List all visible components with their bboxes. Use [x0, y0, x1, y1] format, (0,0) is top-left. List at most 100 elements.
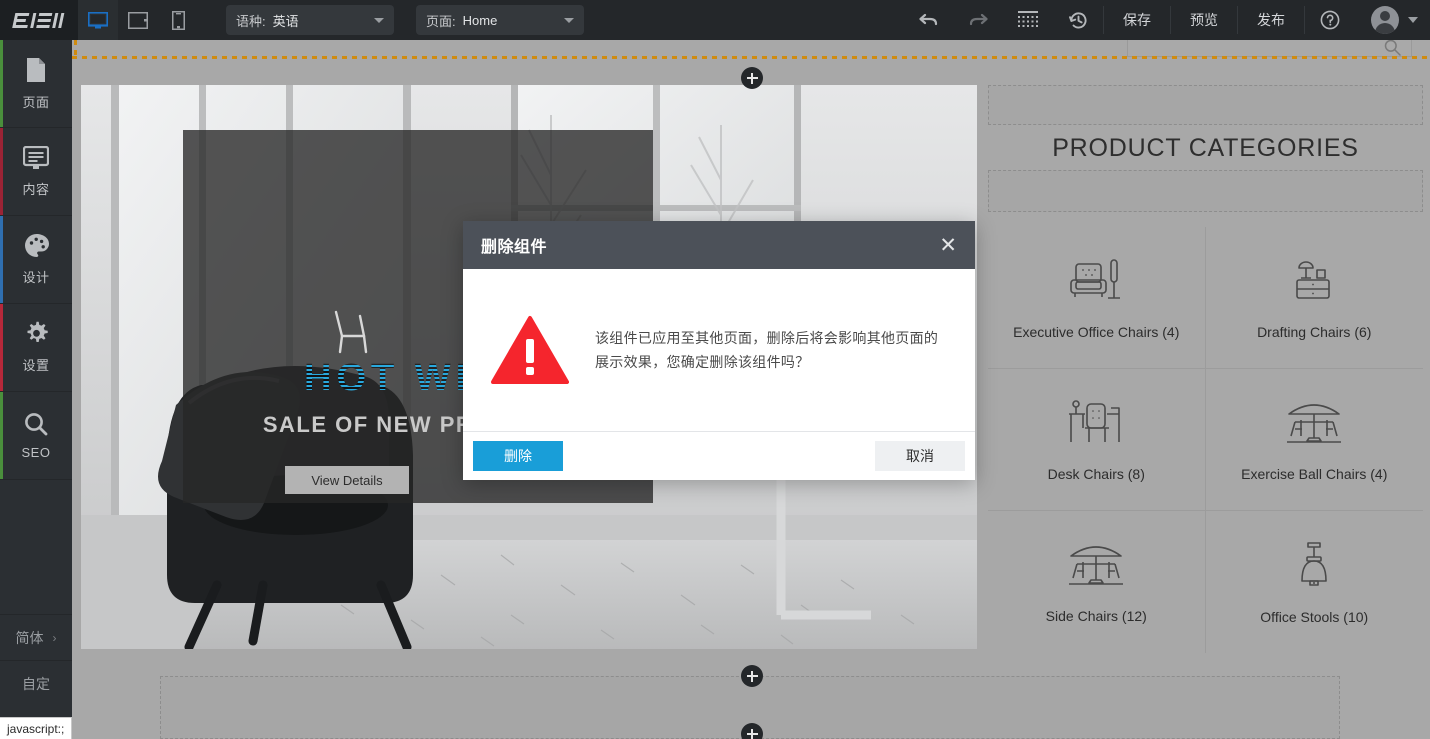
- categories-grid: Executive Office Chairs (4) Drafting: [988, 227, 1423, 653]
- device-toggle-desktop[interactable]: [78, 0, 118, 40]
- sidebar-item-label: 页面: [22, 92, 49, 111]
- page-icon: [25, 57, 47, 83]
- help-button[interactable]: [1305, 0, 1355, 40]
- sidebar-item-label: 内容: [22, 179, 49, 198]
- sidebar-item-settings[interactable]: 设置: [0, 304, 72, 392]
- tablet-icon: [128, 12, 148, 29]
- add-section-middle-button[interactable]: [741, 665, 763, 687]
- category-label: Drafting Chairs (6): [1257, 324, 1371, 340]
- page-select[interactable]: 页面: Home: [416, 5, 584, 35]
- publish-button[interactable]: 发布: [1238, 0, 1304, 40]
- content-icon: [23, 146, 49, 170]
- desk-lamp-icon: [1291, 256, 1337, 306]
- chevron-down-icon: [564, 18, 574, 23]
- dialog-header: 删除组件 ✕: [463, 221, 975, 269]
- sidebar-item-label: 设计: [22, 267, 49, 286]
- category-cell-side-chairs[interactable]: Side Chairs (12): [988, 511, 1206, 653]
- delete-component-dialog: 删除组件 ✕ 该组件已应用至其他页面，删除后将会影响其他页面的展示效果，您确定删…: [463, 221, 975, 480]
- category-cell-office-stools[interactable]: Office Stools (10): [1206, 511, 1424, 653]
- sidebar-accent: [0, 216, 3, 303]
- site-search-box[interactable]: [1127, 40, 1412, 57]
- hero-cta-button[interactable]: View Details: [285, 466, 409, 494]
- language-select-label: 语种:: [236, 11, 266, 30]
- armchair-lamp-icon: [1068, 256, 1124, 306]
- app-logo[interactable]: [0, 0, 78, 40]
- placeholder-block-top[interactable]: [988, 85, 1423, 125]
- undo-button[interactable]: [903, 0, 953, 40]
- history-icon: [1069, 11, 1088, 30]
- grid-button[interactable]: [1003, 0, 1053, 40]
- sidebar-accent: [0, 304, 3, 391]
- top-toolbar-actions: 保存 预览 发布: [903, 0, 1430, 40]
- selection-outline-horizontal: [72, 56, 1430, 59]
- device-toggle-tablet[interactable]: [118, 0, 158, 40]
- device-toggle-mobile[interactable]: [158, 0, 198, 40]
- redo-icon: [969, 12, 988, 28]
- category-label: Exercise Ball Chairs (4): [1241, 466, 1387, 482]
- dialog-message: 该组件已应用至其他页面，删除后将会影响其他页面的展示效果，您确定删除该组件吗？: [595, 326, 945, 374]
- sidebar-accent: [0, 40, 3, 127]
- placeholder-block-below-title[interactable]: [988, 170, 1423, 212]
- category-label: Executive Office Chairs (4): [1013, 324, 1179, 340]
- patio-set-icon: [1065, 540, 1127, 590]
- desk-chair-icon: [1067, 398, 1125, 448]
- warning-triangle-icon: [491, 315, 569, 385]
- help-icon: [1320, 10, 1340, 30]
- undo-icon: [919, 12, 938, 28]
- sidebar-item-design[interactable]: 设计: [0, 216, 72, 304]
- redo-button[interactable]: [953, 0, 1003, 40]
- desktop-icon: [88, 12, 108, 29]
- design-icon: [24, 233, 49, 258]
- sidebar-footer-item-custom[interactable]: 自定: [0, 660, 72, 706]
- sidebar-accent: [0, 128, 3, 215]
- patio-set-icon: [1283, 398, 1345, 448]
- add-section-top-button[interactable]: [741, 67, 763, 89]
- stool-icon: [1294, 539, 1334, 591]
- category-cell-drafting-chairs[interactable]: Drafting Chairs (6): [1206, 227, 1424, 369]
- sidebar-footer-label: 简体: [16, 628, 44, 648]
- save-button[interactable]: 保存: [1104, 0, 1170, 40]
- sidebar-item-label: SEO: [22, 445, 51, 460]
- category-cell-exercise-ball-chairs[interactable]: Exercise Ball Chairs (4): [1206, 369, 1424, 511]
- dialog-title: 删除组件: [481, 233, 547, 257]
- history-button[interactable]: [1053, 0, 1103, 40]
- chevron-right-icon: ›: [53, 631, 57, 645]
- category-label: Desk Chairs (8): [1048, 466, 1145, 482]
- sidebar-footer-item-simplified[interactable]: 简体 ›: [0, 614, 72, 660]
- left-sidebar: 页面 内容 设计 设置: [0, 40, 72, 739]
- avatar: [1371, 6, 1399, 34]
- chevron-down-icon: [374, 18, 384, 23]
- category-cell-desk-chairs[interactable]: Desk Chairs (8): [988, 369, 1206, 511]
- sidebar-accent: [0, 392, 3, 479]
- cancel-button[interactable]: 取消: [875, 441, 965, 471]
- close-icon[interactable]: ✕: [939, 235, 957, 256]
- page-select-value: Home: [463, 13, 498, 28]
- settings-icon: [24, 321, 49, 346]
- language-select[interactable]: 语种: 英语: [226, 5, 394, 35]
- sidebar-footer-label: 自定: [22, 674, 50, 694]
- category-cell-executive-office-chairs[interactable]: Executive Office Chairs (4): [988, 227, 1206, 369]
- chair-outline-icon: [326, 310, 374, 354]
- search-icon: [1384, 40, 1401, 56]
- sidebar-spacer: [0, 480, 72, 614]
- top-toolbar: 语种: 英语 页面: Home: [0, 0, 1430, 40]
- dialog-footer: 删除 取消: [463, 431, 975, 480]
- language-select-value: 英语: [273, 11, 299, 30]
- confirm-delete-button[interactable]: 删除: [473, 441, 563, 471]
- add-section-bottom-button[interactable]: [741, 723, 763, 739]
- sidebar-item-seo[interactable]: SEO: [0, 392, 72, 480]
- sidebar-item-pages[interactable]: 页面: [0, 40, 72, 128]
- sidebar-item-content[interactable]: 内容: [0, 128, 72, 216]
- browser-status-bar: javascript:;: [0, 717, 72, 739]
- page-select-label: 页面:: [426, 11, 456, 30]
- dialog-body: 该组件已应用至其他页面，删除后将会影响其他页面的展示效果，您确定删除该组件吗？: [463, 269, 975, 431]
- mobile-icon: [172, 11, 185, 30]
- categories-title: PRODUCT CATEGORIES: [988, 134, 1423, 163]
- chevron-down-icon: [1408, 17, 1418, 23]
- selection-outline-vertical: [74, 40, 77, 60]
- user-menu[interactable]: [1355, 0, 1430, 40]
- category-label: Office Stools (10): [1260, 609, 1368, 625]
- product-categories-section: PRODUCT CATEGORIES: [988, 85, 1423, 698]
- seo-icon: [24, 412, 48, 436]
- preview-button[interactable]: 预览: [1171, 0, 1237, 40]
